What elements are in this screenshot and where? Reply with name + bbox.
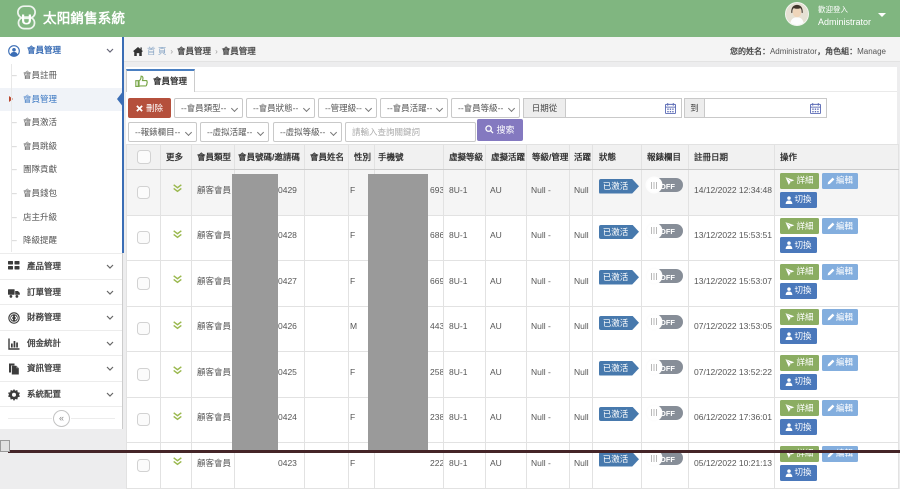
svg-text:U: U	[21, 13, 32, 29]
